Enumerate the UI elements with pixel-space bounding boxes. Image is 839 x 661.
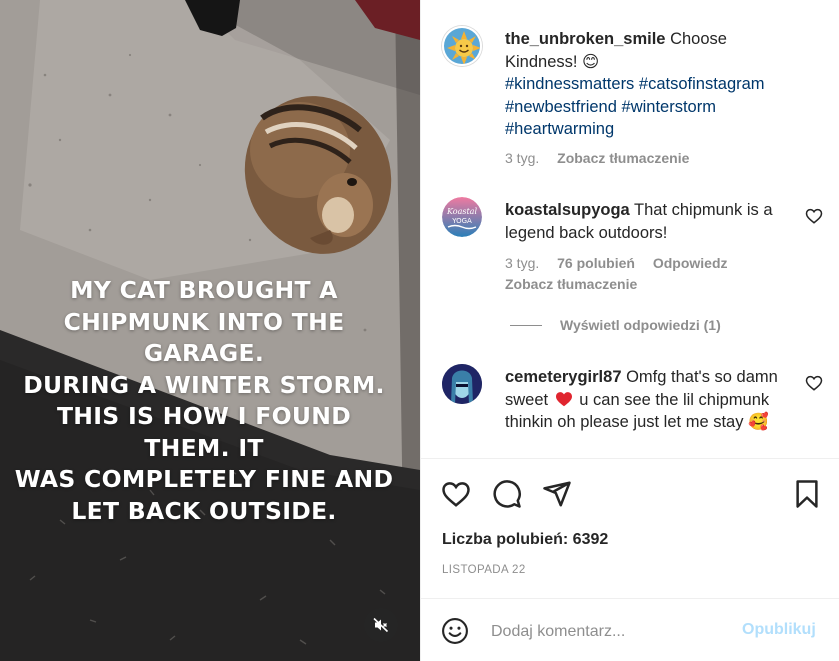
view-replies-label: Wyświetl odpowiedzi (1) (560, 317, 721, 333)
comment-meta: 3 tyg. 76 polubień Odpowiedz (505, 255, 742, 271)
smiling-face-hearts-emoji: 🥰 (748, 413, 769, 432)
speaker-muted-icon (373, 617, 389, 633)
likes-count[interactable]: Liczba polubień: 6392 (442, 531, 608, 549)
add-comment-bar: Opublikuj (421, 598, 839, 661)
post-media[interactable]: MY CAT BROUGHT A CHIPMUNK INTO THE GARAG… (0, 0, 420, 661)
smiley-sun-avatar (444, 28, 480, 64)
hashtag[interactable]: #winterstorm (622, 98, 716, 116)
replies-divider-line (510, 324, 542, 326)
add-comment-input[interactable] (491, 619, 741, 645)
comment-username[interactable]: cemeterygirl87 (505, 368, 622, 386)
bookmark-icon[interactable] (792, 479, 822, 509)
hashtag[interactable]: #heartwarming (505, 120, 614, 138)
hashtag[interactable]: #catsofinstagram (639, 75, 765, 93)
comment-username[interactable]: koastalsupyoga (505, 201, 630, 219)
post-actions: Liczba polubień: 6392 LISTOPADA 22 (421, 458, 839, 598)
svg-text:YOGA: YOGA (451, 217, 472, 225)
view-replies-button[interactable]: Wyświetl odpowiedzi (1) (510, 317, 721, 333)
author-caption: the_unbroken_smile Choose Kindness! 😊 #k… (505, 28, 795, 141)
video-caption-overlay: MY CAT BROUGHT A CHIPMUNK INTO THE GARAG… (14, 276, 394, 525)
post-side-panel: the_unbroken_smile Choose Kindness! 😊 #k… (420, 0, 839, 661)
see-translation-link[interactable]: Zobacz tłumaczenie (505, 276, 637, 292)
author-username[interactable]: the_unbroken_smile (505, 30, 665, 48)
author-caption-meta: 3 tyg. Zobacz tłumaczenie (505, 150, 703, 166)
hashtag[interactable]: #newbestfriend (505, 98, 617, 116)
comment-likes-count[interactable]: 76 polubień (557, 255, 635, 271)
heart-icon[interactable] (441, 479, 471, 509)
avatar-koastalsupyoga[interactable]: Koastal YOGA (442, 197, 482, 237)
smiley-icon[interactable] (441, 617, 469, 645)
comments-list: the_unbroken_smile Choose Kindness! 😊 #k… (421, 0, 839, 458)
koastal-yoga-logo-avatar: Koastal YOGA (442, 197, 482, 237)
comment-translate-row: Zobacz tłumaczenie (505, 276, 651, 292)
post-comment-button[interactable]: Opublikuj (742, 621, 816, 639)
comment-time[interactable]: 3 tyg. (505, 150, 539, 166)
reply-button[interactable]: Odpowiedz (653, 255, 728, 271)
portrait-avatar (442, 364, 482, 404)
comment-icon[interactable] (492, 479, 522, 509)
share-icon[interactable] (542, 479, 572, 509)
comment-koastalsupyoga: koastalsupyoga That chipmunk is a legend… (505, 199, 795, 244)
avatar-cemeterygirl87[interactable] (442, 364, 482, 404)
see-translation-link[interactable]: Zobacz tłumaczenie (557, 150, 689, 166)
red-heart-emoji-icon (555, 391, 572, 406)
comment-cemeterygirl87: cemeterygirl87 Omfg that's so damn sweet… (505, 366, 795, 434)
avatar-the-unbroken-smile[interactable] (442, 26, 482, 66)
like-comment-heart-icon[interactable] (805, 207, 823, 225)
mute-button[interactable] (364, 608, 398, 642)
comment-time[interactable]: 3 tyg. (505, 255, 539, 271)
like-comment-heart-icon[interactable] (805, 374, 823, 392)
post-date[interactable]: LISTOPADA 22 (442, 564, 526, 576)
svg-text:Koastal: Koastal (446, 207, 477, 216)
hashtag[interactable]: #kindnessmatters (505, 75, 634, 93)
